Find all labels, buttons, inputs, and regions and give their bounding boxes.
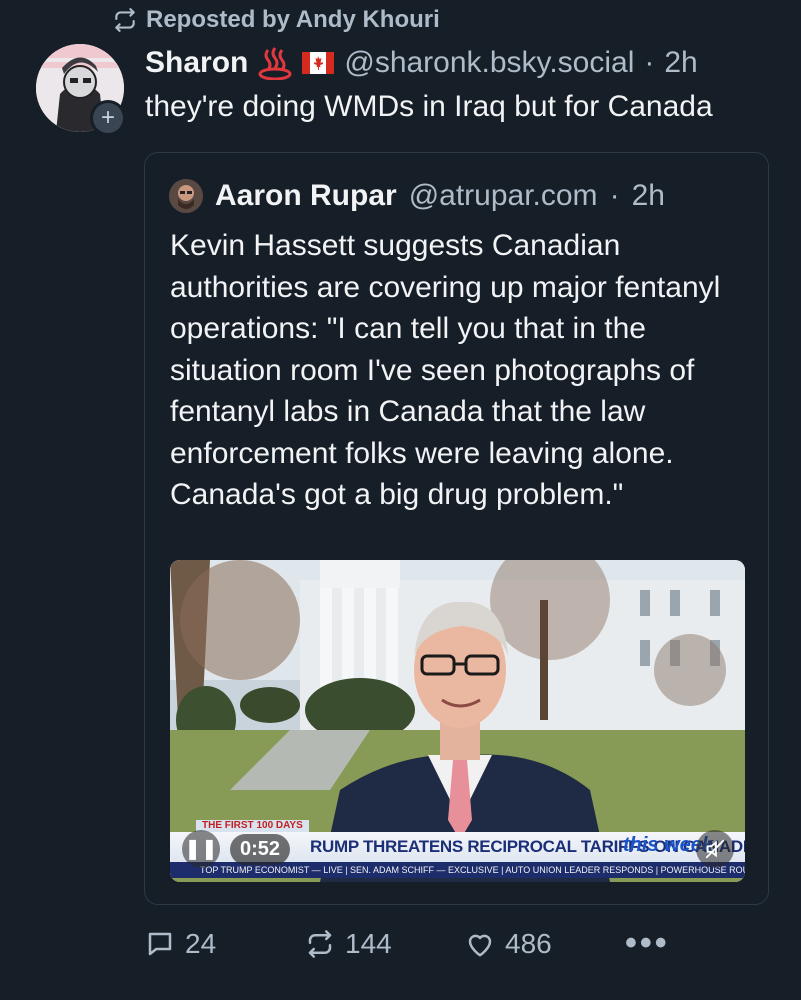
post-actions-bar: 24 144 486 •••: [145, 926, 667, 968]
reply-button[interactable]: 24: [145, 928, 216, 960]
follow-plus-button[interactable]: +: [90, 100, 126, 136]
repost-button[interactable]: 144: [305, 928, 392, 960]
author-handle[interactable]: @sharonk.bsky.social: [344, 46, 634, 80]
mute-button[interactable]: [696, 830, 734, 868]
quoted-author-avatar[interactable]: [169, 179, 203, 213]
like-count: 486: [505, 928, 552, 959]
news-banner-label: THE FIRST 100 DAYS: [196, 820, 309, 832]
reply-icon: [148, 932, 172, 956]
like-button[interactable]: 486: [465, 928, 552, 960]
quoted-author-handle[interactable]: @atrupar.com: [409, 179, 598, 213]
repost-icon: [308, 930, 332, 958]
post-timestamp[interactable]: 2h: [664, 46, 697, 80]
quoted-post[interactable]: Aaron Rupar @atrupar.com · 2h Kevin Hass…: [144, 152, 769, 905]
separator-dot: ·: [609, 179, 620, 212]
video-duration: 0:52: [230, 834, 291, 865]
repost-icon: [115, 8, 135, 32]
quoted-post-header: Aaron Rupar @atrupar.com · 2h: [169, 179, 665, 213]
repost-indicator[interactable]: Reposted by Andy Khouri: [112, 6, 440, 34]
canada-flag-icon: [302, 52, 335, 74]
quoted-post-timestamp[interactable]: 2h: [632, 179, 665, 213]
post-header: Sharon @sharonk.bsky.social · 2h: [145, 46, 698, 80]
quoted-author-name[interactable]: Aaron Rupar: [215, 179, 397, 213]
video-player[interactable]: THE FIRST 100 DAYS RUMP THREATENS RECIPR…: [170, 560, 745, 882]
quoted-post-text: Kevin Hassett suggests Canadian authorit…: [170, 229, 721, 511]
repost-count: 144: [345, 928, 392, 959]
pause-button[interactable]: ❚❚: [182, 830, 220, 868]
hot-springs-icon: [258, 47, 292, 80]
reply-count: 24: [185, 928, 217, 959]
heart-icon: [468, 934, 492, 957]
post-text: they're doing WMDs in Iraq but for Canad…: [145, 90, 713, 123]
repost-label: Reposted by Andy Khouri: [146, 6, 440, 33]
separator-dot: ·: [644, 46, 655, 79]
more-options-button[interactable]: •••: [625, 926, 670, 960]
muted-speaker-icon: [705, 839, 725, 859]
author-display-name[interactable]: Sharon: [145, 46, 248, 80]
